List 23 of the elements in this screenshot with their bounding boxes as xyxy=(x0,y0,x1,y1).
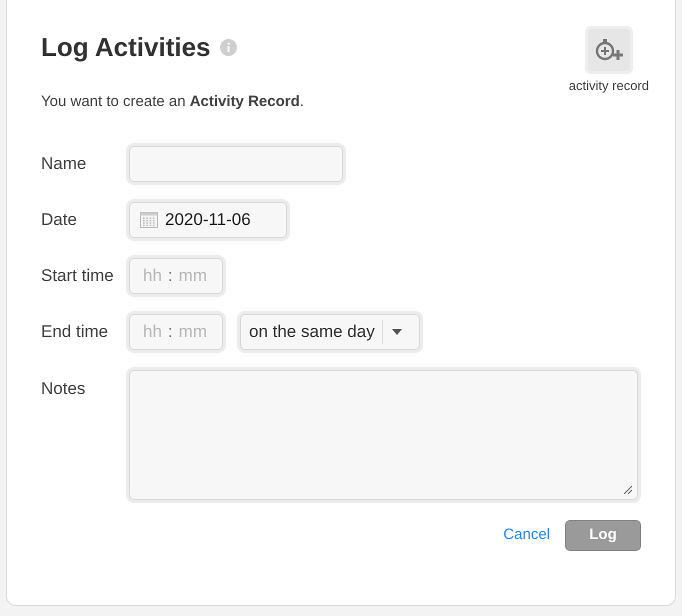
dialog-title: Log Activities xyxy=(41,31,211,64)
hour-placeholder: hh xyxy=(143,264,162,287)
resize-handle-icon xyxy=(623,484,632,494)
info-icon xyxy=(220,39,237,56)
field-label: Notes xyxy=(41,378,86,400)
field-label: Date xyxy=(41,208,78,231)
date-value: 2020-11-06 xyxy=(165,208,251,231)
activity-record-label: activity record xyxy=(568,77,649,95)
minute-placeholder: mm xyxy=(178,264,207,287)
day-select-value: on the same day xyxy=(248,320,376,343)
intro-text: You want to create an Activity Record. xyxy=(41,92,304,112)
minute-placeholder: mm xyxy=(178,320,207,343)
cancel-link[interactable]: Cancel xyxy=(503,524,550,546)
field-label: End time xyxy=(41,320,110,343)
caret-icon xyxy=(392,328,402,334)
calendar-icon xyxy=(140,211,158,228)
activity-record-button[interactable] xyxy=(584,26,633,74)
time-separator: : xyxy=(168,320,173,343)
hour-placeholder: hh xyxy=(143,320,162,343)
field-label: Start time xyxy=(41,264,115,287)
time-separator: : xyxy=(168,264,173,287)
field-label: Name xyxy=(41,152,88,175)
name-field[interactable] xyxy=(129,146,343,182)
